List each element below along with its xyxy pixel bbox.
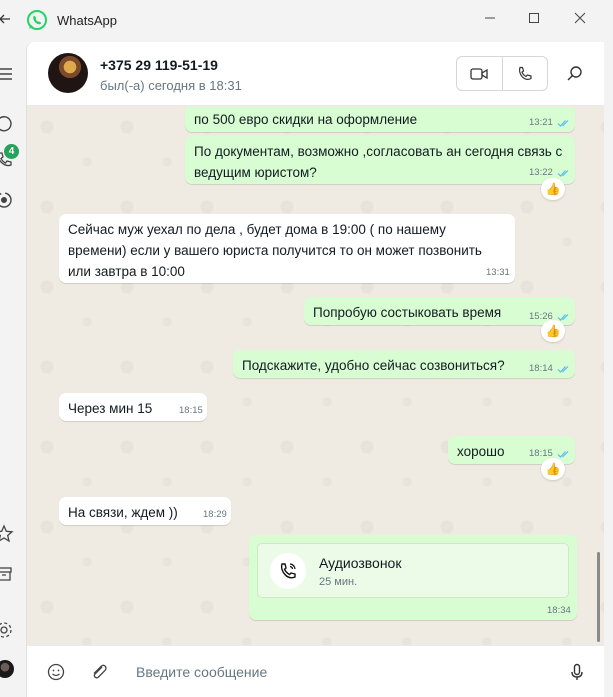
maximize-button[interactable] [521,6,547,30]
chats-icon[interactable] [0,114,14,134]
whatsapp-logo-icon [27,10,47,30]
message-time: 18:29 [203,509,227,520]
status-icon[interactable] [0,190,14,210]
navigation-rail: 4 [0,38,24,697]
message-input[interactable] [136,660,556,684]
title-bar: WhatsApp [0,0,613,38]
emoji-icon[interactable] [46,662,66,682]
minimize-icon [485,17,495,19]
message-composer [27,645,604,697]
reaction-badge[interactable]: 👍 [541,178,565,200]
call-duration: 25 мин. [319,576,358,588]
close-icon [574,12,586,24]
profile-avatar[interactable] [0,660,14,678]
phone-icon [518,66,532,80]
message-text: По документам, возможно ,согласовать ан … [194,144,563,180]
reaction-badge[interactable]: 👍 [541,458,565,480]
message-bubble[interactable]: по 500 евро скидки на оформление [185,107,575,132]
read-ticks-icon [557,366,569,373]
microphone-icon[interactable] [567,662,587,682]
message-text: по 500 евро скидки на оформление [194,112,418,127]
message-list[interactable]: по 500 евро скидки на оформление 13:21 П… [27,107,604,645]
message-bubble[interactable]: По документам, возможно ,согласовать ан … [185,136,575,184]
message-text: Сейчас муж уехал по дела , будет дома в … [68,222,482,279]
call-buttons-group [456,56,548,91]
attach-paperclip-icon[interactable] [89,662,109,682]
call-icon-circle [270,553,306,589]
audio-call-message[interactable]: Аудиозвонок 25 мин. 18:34 [249,535,577,620]
message-text: Через мин 15 [68,401,153,416]
message-list-scrollbar[interactable] [597,552,600,642]
chat-panel: +375 29 119-51-19 был(-а) сегодня в 18:3… [26,42,604,697]
message-text: На связи, ждем )) [68,505,178,520]
message-time: 13:31 [486,267,510,278]
video-call-button[interactable] [457,57,502,90]
read-ticks-icon [557,120,569,127]
voice-call-button[interactable] [501,57,547,90]
read-ticks-icon [557,170,569,177]
message-time: 18:14 [529,363,553,374]
minimize-button[interactable] [477,6,503,30]
message-bubble[interactable]: Подскажите, удобно сейчас созвониться? [233,350,575,378]
archive-icon[interactable] [0,564,14,584]
message-text: Подскажите, удобно сейчас созвониться? [242,358,505,373]
app-title: WhatsApp [57,13,117,28]
contact-name[interactable]: +375 29 119-51-19 [100,57,218,73]
message-time: 13:21 [529,117,553,128]
maximize-icon [529,13,539,23]
video-camera-icon [470,67,489,80]
contact-avatar[interactable] [48,53,88,93]
close-button[interactable] [567,6,593,30]
message-time: 18:15 [179,405,203,416]
contact-last-seen: был(-а) сегодня в 18:31 [100,78,242,93]
menu-icon[interactable] [0,64,14,84]
message-time: 13:22 [529,167,553,178]
message-text: Попробую состыковать время [313,305,502,320]
read-ticks-icon [557,451,569,458]
call-title: Аудиозвонок [319,555,402,571]
message-text: хорошо [457,444,505,459]
message-bubble[interactable]: Сейчас муж уехал по дела , будет дома в … [59,214,515,283]
calls-icon[interactable] [0,150,14,170]
chat-header: +375 29 119-51-19 был(-а) сегодня в 18:3… [27,42,604,106]
back-arrow-icon[interactable] [0,9,14,29]
search-icon[interactable] [565,64,585,84]
reaction-badge[interactable]: 👍 [541,320,565,342]
audio-call-summary[interactable]: Аудиозвонок 25 мин. [257,543,569,598]
message-time: 18:34 [547,605,571,616]
settings-icon[interactable] [0,620,14,640]
starred-icon[interactable] [0,524,14,544]
phone-call-icon [280,563,296,579]
